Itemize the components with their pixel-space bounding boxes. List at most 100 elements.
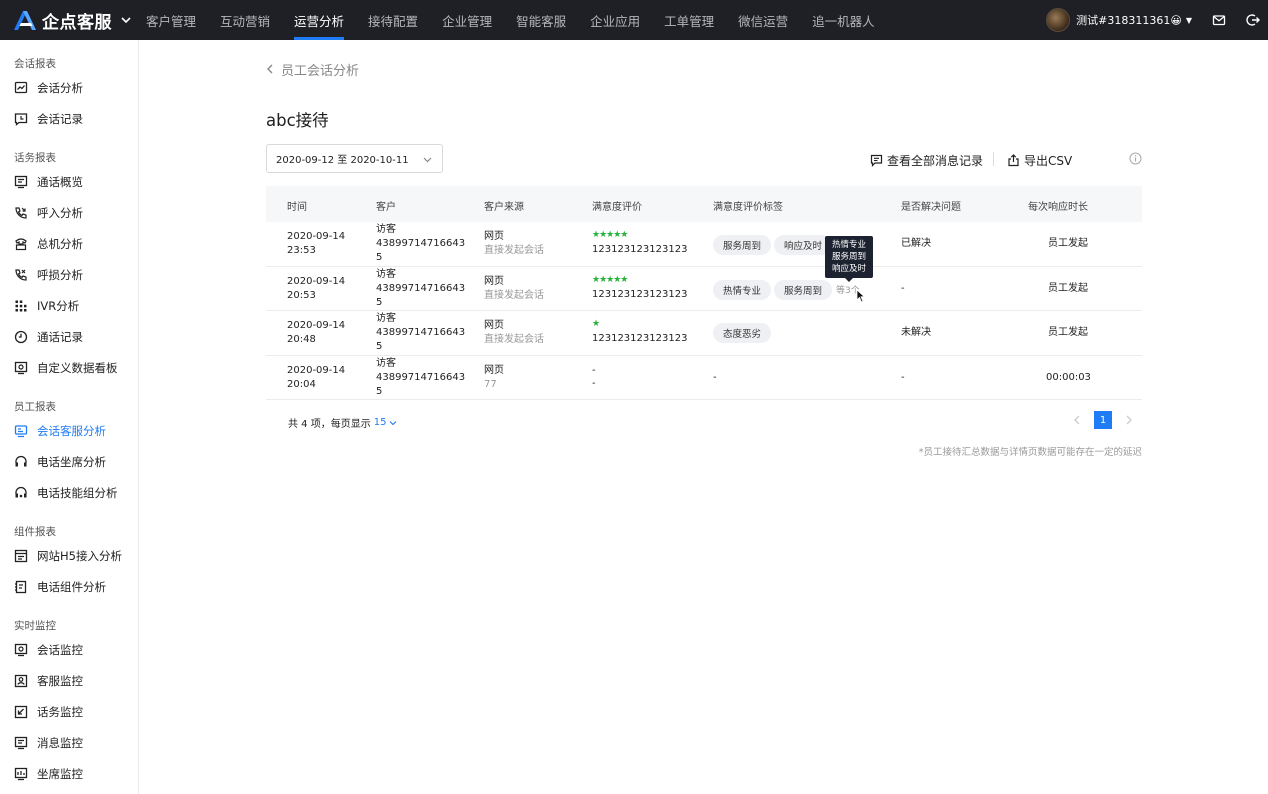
chart-line-icon	[14, 81, 28, 94]
tooltip-line: 服务周到	[831, 252, 866, 262]
sidebar-item-missed-analysis[interactable]: 呼损分析	[14, 264, 132, 286]
sidebar-item-switchboard-analysis[interactable]: 总机分析	[14, 233, 132, 255]
star-rating: ★★★★★	[592, 274, 628, 285]
row-time: 20:04	[287, 378, 316, 390]
chevron-left-icon	[267, 64, 273, 74]
chat-agent-icon	[14, 425, 28, 438]
mail-icon[interactable]	[1212, 13, 1226, 27]
table-row[interactable]: 2020-09-14 20:48 访客 43899714716643 5 网页 …	[266, 311, 1142, 356]
logout-icon[interactable]	[1246, 13, 1260, 27]
rating-tags-empty: -	[713, 371, 717, 383]
page-size-select[interactable]: 15	[374, 417, 398, 428]
sidebar-item-message-monitor[interactable]: 消息监控	[14, 732, 132, 754]
page-number-current[interactable]: 1	[1094, 411, 1112, 429]
source-detail: 直接发起会话	[484, 289, 544, 301]
sidebar-item-session-monitor[interactable]: 会话监控	[14, 639, 132, 661]
nav-reception-config[interactable]: 接待配置	[356, 0, 430, 40]
sidebar-item-inbound-analysis[interactable]: 呼入分析	[14, 202, 132, 224]
chevron-down-icon	[390, 420, 397, 425]
page-title: abc接待	[266, 111, 329, 130]
sidebar-item-seat-monitor[interactable]: 坐席监控	[14, 763, 132, 785]
sidebar-item-web-h5-analysis[interactable]: 网站H5接入分析	[14, 545, 132, 567]
column-header-resolved: 是否解决问题	[901, 202, 961, 213]
agent-monitor-icon	[14, 674, 28, 688]
avatar[interactable]	[1046, 8, 1071, 32]
qidian-logo-icon	[14, 11, 36, 30]
sidebar-item-label: 总机分析	[37, 237, 83, 251]
sidebar-item-label: 呼损分析	[37, 268, 83, 282]
sidebar-item-label: 电话技能组分析	[37, 486, 118, 500]
main-content: 员工会话分析 abc接待 2020-09-12 至 2020-10-11 查看全…	[139, 40, 1268, 794]
resolved-status: 未解决	[901, 327, 931, 338]
row-time: 23:53	[287, 245, 316, 256]
date-range-picker[interactable]: 2020-09-12 至 2020-10-11	[266, 144, 443, 173]
top-nav-bar: 企点客服 客户管理 互动营销 运营分析 接待配置 企业管理 智能客服 企业应用 …	[0, 0, 1268, 40]
sidebar-section-title: 会话报表	[14, 58, 56, 70]
sidebar-section-title: 话务报表	[14, 152, 56, 164]
nav-enterprise-management[interactable]: 企业管理	[430, 0, 504, 40]
nav-zhuiyi-robot[interactable]: 追一机器人	[800, 0, 887, 40]
caret-down-icon[interactable]: ▼	[1186, 16, 1192, 25]
nav-interactive-marketing[interactable]: 互动营销	[208, 0, 282, 40]
table-row[interactable]: 2020-09-14 23:53 访客 43899714716643 5 网页 …	[266, 222, 1142, 267]
sidebar: 会话报表 会话分析 会话记录 话务报表 通话概览 呼入分析 总机分析 呼损分析 …	[0, 40, 139, 794]
nav-enterprise-apps[interactable]: 企业应用	[578, 0, 652, 40]
nav-wechat-operations[interactable]: 微信运营	[726, 0, 800, 40]
sidebar-item-label: 电话坐席分析	[37, 455, 106, 469]
sidebar-item-label: 电话组件分析	[37, 580, 106, 594]
phone-incoming-icon	[15, 207, 27, 219]
user-area: 测试#318311361😀 ▼	[1046, 0, 1260, 40]
view-all-messages-button[interactable]: 查看全部消息记录	[870, 150, 983, 170]
agent-session-table: 时间 客户 客户来源 满意度评价 满意度评价标签 是否解决问题 每次响应时长 2…	[266, 186, 1142, 400]
sidebar-item-agent-session-analysis[interactable]: 会话客服分析	[14, 420, 132, 442]
sidebar-item-call-overview[interactable]: 通话概览	[14, 171, 132, 193]
tooltip-line: 热情专业	[831, 240, 866, 250]
source: 网页	[484, 275, 504, 287]
nav-ticket-management[interactable]: 工单管理	[652, 0, 726, 40]
sidebar-item-label: 会话记录	[37, 112, 83, 126]
chevron-right-icon[interactable]	[1124, 415, 1134, 425]
table-row[interactable]: 2020-09-14 20:04 访客 43899714716643 5 网页 …	[266, 356, 1142, 400]
export-csv-label: 导出CSV	[1024, 153, 1073, 168]
sidebar-item-phone-seat-analysis[interactable]: 电话坐席分析	[14, 451, 132, 473]
sidebar-item-session-records[interactable]: 会话记录	[14, 108, 132, 130]
brand-name: 企点客服	[42, 12, 112, 33]
phone-widget-icon	[15, 580, 27, 594]
rating-comment: 123123123123123	[592, 288, 688, 300]
sidebar-item-ivr-analysis[interactable]: IVR分析	[14, 295, 132, 317]
export-csv-button[interactable]: 导出CSV	[1007, 150, 1072, 170]
brand-switcher[interactable]: 企点客服	[12, 7, 132, 33]
chevron-left-icon[interactable]	[1072, 415, 1082, 425]
star-rating: -	[592, 364, 596, 376]
sidebar-item-label: 呼入分析	[37, 206, 83, 220]
sidebar-item-custom-dashboard[interactable]: 自定义数据看板	[14, 357, 132, 379]
nav-customer-management[interactable]: 客户管理	[134, 0, 208, 40]
table-row[interactable]: 2020-09-14 20:53 访客 43899714716643 5 网页 …	[266, 267, 1142, 311]
customer-id: 43899714716643	[376, 371, 466, 383]
sidebar-item-session-analysis[interactable]: 会话分析	[14, 77, 132, 99]
main-nav: 客户管理 互动营销 运营分析 接待配置 企业管理 智能客服 企业应用 工单管理 …	[134, 0, 887, 40]
column-header-rating-tags: 满意度评价标签	[713, 202, 783, 213]
message-monitor-icon	[14, 736, 28, 750]
nav-smart-service[interactable]: 智能客服	[504, 0, 578, 40]
data-delay-note: *员工接待汇总数据与详情页数据可能存在一定的延迟	[918, 447, 1142, 458]
info-icon[interactable]	[1129, 152, 1142, 165]
sidebar-section-title: 员工报表	[14, 401, 56, 413]
row-date: 2020-09-14	[287, 320, 346, 331]
nav-operations-analysis[interactable]: 运营分析	[282, 0, 356, 40]
row-date: 2020-09-14	[287, 275, 346, 287]
page-size-value: 15	[373, 417, 387, 428]
back-link[interactable]: 员工会话分析	[265, 60, 359, 79]
sidebar-item-phone-widget-analysis[interactable]: 电话组件分析	[14, 576, 132, 598]
sidebar-item-label: 网站H5接入分析	[37, 549, 122, 563]
source-detail: 直接发起会话	[484, 245, 544, 256]
clock-icon	[14, 330, 28, 344]
user-name[interactable]: 测试#318311361😀	[1076, 12, 1182, 28]
sidebar-item-label: 通话概览	[37, 175, 83, 189]
sidebar-item-call-monitor[interactable]: 话务监控	[14, 701, 132, 723]
response-duration: 员工发起	[1048, 327, 1088, 338]
sidebar-item-agent-monitor[interactable]: 客服监控	[14, 670, 132, 692]
export-icon	[1008, 153, 1019, 166]
sidebar-item-call-records[interactable]: 通话记录	[14, 326, 132, 348]
sidebar-item-phone-skillgroup-analysis[interactable]: 电话技能组分析	[14, 482, 132, 504]
